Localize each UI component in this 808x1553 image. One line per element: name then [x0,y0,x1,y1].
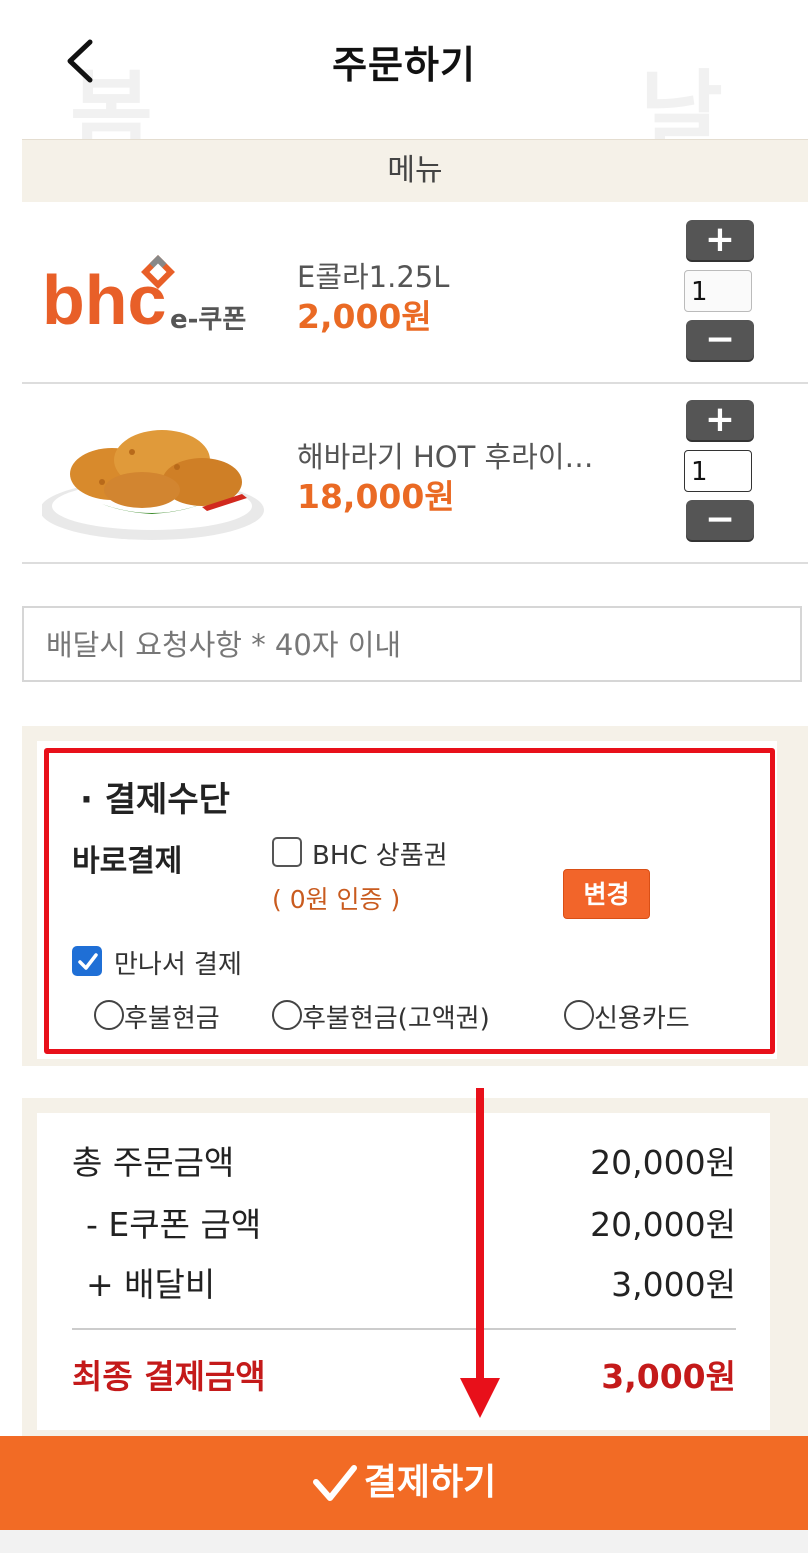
menu-item: 해바라기 HOT 후라이… 18,000원 + 1 − [22,382,808,564]
option-label: 후불현금 [124,1004,220,1034]
total-value: 20,000원 [590,1143,736,1182]
giftcard-label: BHC 상품권 [312,841,448,871]
option-label: 후불현금(고액권) [302,1004,490,1034]
checkmark-icon [312,1465,357,1501]
bhc-ecoupon-logo: bhc e-쿠폰 [42,232,272,362]
radio-cash-large[interactable] [272,1000,302,1030]
qty-minus-button[interactable]: − [686,500,754,540]
menu-section-header: 메뉴 [22,139,808,202]
final-value: 3,000원 [601,1357,736,1396]
option-label: 신용카드 [594,1004,690,1034]
menu-item: bhc e-쿠폰 E콜라1.25L 2,000원 + 1 − [22,202,808,384]
coupon-value: 20,000원 [590,1205,736,1244]
direct-payment-label: 바로결제 [72,844,183,879]
fried-chicken-image [40,412,272,542]
qty-plus-button[interactable]: + [686,220,754,260]
qty-minus-button[interactable]: − [686,320,754,360]
meet-pay-checkbox[interactable] [72,946,102,976]
radio-cash[interactable] [94,1000,124,1030]
delivery-label: + 배달비 [86,1265,216,1304]
check-icon [78,953,98,970]
qty-input[interactable]: 1 [684,450,752,492]
giftcard-auth-status: ( 0원 인증 ) [272,885,401,914]
radio-credit-card[interactable] [564,1000,594,1030]
final-row: 최종 결제금액 3,000원 [72,1350,736,1398]
coupon-label: - E쿠폰 금액 [86,1205,262,1244]
giftcard-checkbox[interactable] [272,837,302,867]
total-row: 총 주문금액 20,000원 [72,1136,736,1184]
coupon-row: - E쿠폰 금액 20,000원 [72,1198,736,1246]
item-price: 18,000원 [297,477,455,516]
qty-input[interactable]: 1 [684,270,752,312]
down-arrow-annotation [460,1088,500,1418]
svg-text:e-쿠폰: e-쿠폰 [170,305,246,335]
delivery-request-input[interactable]: 배달시 요청사항 * 40자 이내 [22,606,802,682]
delivery-row: + 배달비 3,000원 [72,1258,736,1306]
meet-pay-label: 만나서 결제 [114,950,242,980]
header: 봄 날 주문하기 [0,0,808,166]
pay-button[interactable]: 결제하기 [0,1436,808,1530]
item-price: 2,000원 [297,297,432,336]
qty-plus-button[interactable]: + [686,400,754,440]
final-label: 최종 결제금액 [72,1357,266,1396]
total-label: 총 주문금액 [72,1143,235,1182]
pay-button-label: 결제하기 [363,1462,497,1503]
bottom-strip [0,1530,808,1553]
payment-section-title: · 결제수단 [80,780,230,820]
page-title: 주문하기 [332,43,476,87]
change-button[interactable]: 변경 [563,869,650,919]
divider [72,1328,736,1330]
delivery-value: 3,000원 [611,1265,736,1304]
